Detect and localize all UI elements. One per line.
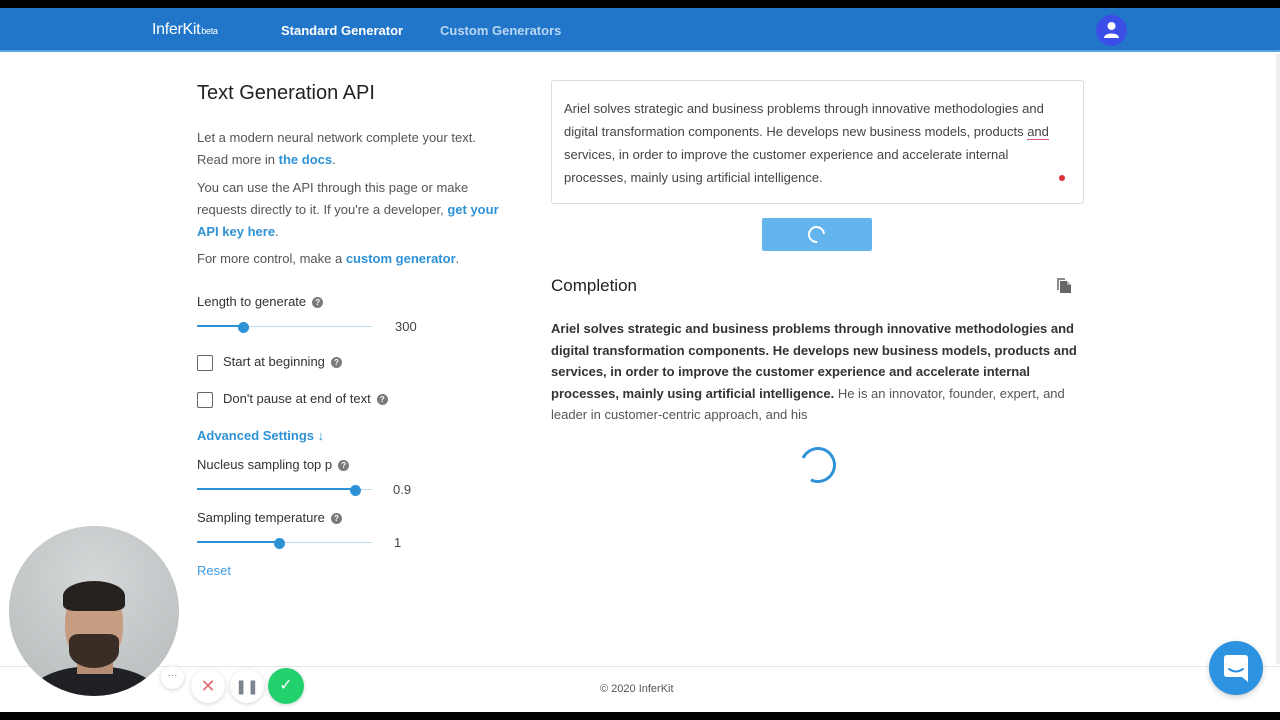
intro-paragraph: Let a modern neural network complete you…	[197, 130, 476, 167]
length-value: 300	[395, 319, 417, 334]
slider-thumb[interactable]	[274, 538, 286, 549]
user-icon	[1104, 22, 1119, 38]
webcam-overlay[interactable]	[9, 526, 179, 696]
slider-fill	[197, 541, 280, 543]
start-at-beginning-checkbox[interactable]	[197, 354, 213, 371]
completion-title: Completion	[551, 276, 637, 295]
advanced-settings-toggle[interactable]: Advanced Settings ↓	[197, 428, 324, 443]
chat-icon	[1224, 655, 1248, 682]
api-paragraph: You can use the API through this page or…	[197, 180, 499, 239]
top-p-slider[interactable]	[197, 484, 372, 496]
copyright: © 2020 InferKit	[600, 683, 674, 695]
recorder-done-button[interactable]: ✓	[268, 668, 304, 704]
top-p-value: 0.9	[393, 482, 412, 497]
page: InferKitbeta Standard Generator Custom G…	[0, 8, 1280, 712]
help-icon[interactable]: ?	[338, 460, 350, 472]
temperature-slider[interactable]	[197, 537, 372, 549]
logo-text: InferKit	[152, 21, 201, 38]
reset-link[interactable]: Reset	[197, 563, 231, 578]
help-icon[interactable]: ?	[312, 297, 324, 309]
dont-pause-checkbox[interactable]	[197, 391, 213, 408]
logo-beta-badge: beta	[201, 26, 218, 36]
screen-bottom-border	[0, 712, 1280, 720]
grammar-indicator-icon[interactable]	[1059, 175, 1065, 181]
help-icon[interactable]: ?	[330, 513, 342, 525]
top-p-label: Nucleus sampling top p?	[197, 457, 350, 472]
chat-widget-button[interactable]	[1209, 641, 1263, 695]
recorder-cancel-button[interactable]: ✕	[191, 669, 225, 703]
user-avatar-button[interactable]	[1096, 15, 1127, 46]
page-title: Text Generation API	[197, 82, 375, 104]
recorder-more-button[interactable]: ···	[161, 666, 184, 689]
spellcheck-flag: and	[1027, 124, 1049, 140]
copy-icon[interactable]	[1056, 277, 1072, 299]
docs-link[interactable]: the docs	[279, 152, 332, 167]
slider-thumb[interactable]	[349, 485, 361, 496]
screen-top-border	[0, 0, 1280, 8]
nav-custom-generators[interactable]: Custom Generators	[440, 23, 561, 38]
slider-fill	[197, 488, 355, 490]
completion-output: Ariel solves strategic and business prob…	[551, 318, 1081, 426]
slider-thumb[interactable]	[237, 322, 249, 333]
help-icon[interactable]: ?	[330, 357, 342, 369]
generate-button[interactable]	[762, 218, 872, 251]
temperature-value: 1	[394, 535, 402, 550]
start-at-beginning-row[interactable]: Start at beginning?	[197, 354, 342, 371]
prompt-textarea[interactable]: Ariel solves strategic and business prob…	[551, 80, 1084, 204]
temperature-label: Sampling temperature?	[197, 510, 342, 525]
custom-generator-link[interactable]: custom generator	[346, 251, 456, 266]
button-spinner-icon	[804, 222, 829, 247]
nav-standard-generator[interactable]: Standard Generator	[281, 23, 403, 38]
page-scrollbar[interactable]	[1276, 54, 1280, 664]
loading-spinner-icon	[794, 441, 842, 489]
recorder-pause-button[interactable]: ❚❚	[230, 669, 264, 703]
dont-pause-row[interactable]: Don't pause at end of text?	[197, 391, 388, 408]
navbar: InferKitbeta Standard Generator Custom G…	[0, 8, 1280, 52]
length-label: Length to generate?	[197, 294, 324, 309]
custom-generator-paragraph: For more control, make a custom generato…	[197, 251, 460, 266]
length-slider[interactable]	[197, 321, 372, 333]
slider-fill	[197, 325, 243, 327]
logo[interactable]: InferKitbeta	[152, 21, 218, 39]
help-icon[interactable]: ?	[376, 394, 388, 406]
